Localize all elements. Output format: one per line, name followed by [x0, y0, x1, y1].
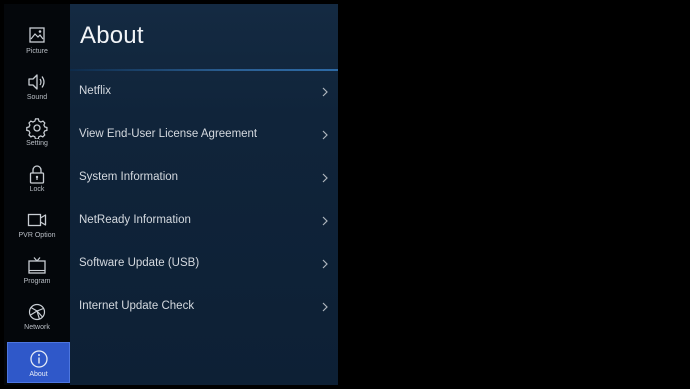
sidebar-item-label: Program [23, 278, 51, 285]
menu-item-label: Netflix [79, 85, 111, 97]
lock-icon [29, 165, 45, 184]
chevron-right-icon [322, 173, 328, 183]
chevron-right-icon [322, 130, 328, 140]
menu-item-label: NetReady Information [79, 214, 191, 226]
sidebar-item-sound[interactable]: Sound [4, 65, 70, 111]
sidebar-item-label: Network [24, 324, 50, 331]
menu-item-system-information[interactable]: System Information [70, 159, 338, 199]
menu-item-label: Internet Update Check [79, 300, 195, 312]
sidebar-item-label: Picture [26, 48, 48, 55]
sidebar-item-lock[interactable]: Lock [4, 157, 70, 203]
menu-item-label: Software Update (USB) [79, 257, 200, 269]
tv-icon [28, 257, 46, 274]
sidebar-item-about[interactable]: About [7, 342, 70, 383]
sidebar-item-network[interactable]: Network [4, 295, 70, 341]
menu-item-netready-information[interactable]: NetReady Information [70, 202, 338, 242]
content-area [338, 4, 686, 385]
menu-item-netflix[interactable]: Netflix [70, 73, 338, 113]
sidebar-item-setting[interactable]: Setting [4, 111, 70, 157]
title-divider [70, 69, 338, 71]
tv-settings-screen: Picture Sound Setting Lock PVR Option Pr… [0, 0, 690, 389]
sidebar-item-label: Lock [29, 186, 45, 193]
menu-item-view-eula[interactable]: View End-User License Agreement [70, 116, 338, 156]
chevron-right-icon [322, 87, 328, 97]
sidebar-item-picture[interactable]: Picture [4, 19, 70, 65]
gear-icon [26, 118, 48, 139]
about-panel: About Netflix View End-User License Agre… [70, 4, 338, 385]
sidebar-item-label: Setting [26, 140, 48, 147]
globe-icon [28, 303, 46, 321]
chevron-right-icon [322, 259, 328, 269]
video-camera-icon [27, 213, 47, 227]
menu-item-label: System Information [79, 171, 179, 183]
menu-item-internet-update-check[interactable]: Internet Update Check [70, 288, 338, 328]
picture-icon [29, 27, 45, 43]
menu-item-software-update-usb[interactable]: Software Update (USB) [70, 245, 338, 285]
sidebar-item-label: PVR Option [18, 232, 56, 239]
speaker-icon [28, 74, 45, 90]
chevron-right-icon [322, 302, 328, 312]
sidebar-item-pvr-option[interactable]: PVR Option [4, 203, 70, 249]
chevron-right-icon [322, 216, 328, 226]
sidebar-item-label: About [29, 371, 48, 378]
info-icon [29, 350, 48, 368]
page-title: About [80, 22, 144, 49]
sidebar-item-label: Sound [26, 94, 48, 101]
menu-item-label: View End-User License Agreement [79, 128, 258, 140]
sidebar-item-program[interactable]: Program [4, 249, 70, 295]
settings-sidebar: Picture Sound Setting Lock PVR Option Pr… [4, 4, 70, 385]
